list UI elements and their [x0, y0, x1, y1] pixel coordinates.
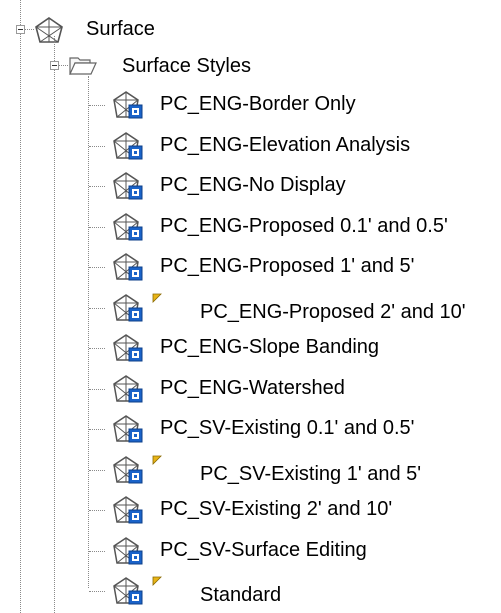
tree-connector	[89, 389, 105, 390]
tree-connector	[89, 146, 105, 147]
surface-style-icon	[113, 253, 143, 281]
tree-connector	[89, 591, 105, 592]
tree-node-label: Standard	[200, 584, 282, 606]
tree-node-style[interactable]: PC_SV-Existing 2' and 10'	[0, 491, 501, 527]
tree-node-style[interactable]: PC_SV-Surface Editing	[0, 532, 501, 568]
surface-style-icon	[113, 577, 143, 605]
tree-node-label: PC_ENG-Proposed 2' and 10'	[200, 301, 466, 323]
in-use-marker-icon	[152, 293, 162, 303]
tree-connector	[89, 105, 105, 106]
tree-node-label: PC_ENG-Proposed 0.1' and 0.5'	[160, 215, 448, 237]
tree-node-label: PC_ENG-Border Only	[160, 93, 356, 115]
tree-node-label: PC_ENG-Proposed 1' and 5'	[160, 255, 415, 277]
surface-style-icon	[113, 91, 143, 119]
tree-connector	[89, 227, 105, 228]
in-use-marker-icon	[152, 576, 162, 586]
surface-style-icon	[113, 415, 143, 443]
tree-connector	[89, 551, 105, 552]
in-use-marker-icon	[152, 455, 162, 465]
tree-connector	[89, 429, 105, 430]
tree-node-style[interactable]: PC_SV-Existing 1' and 5'	[0, 451, 501, 487]
surface-style-icon	[113, 375, 143, 403]
tree-node-label: PC_SV-Surface Editing	[160, 539, 367, 561]
surface-style-icon	[113, 537, 143, 565]
tree-node-label: PC_SV-Existing 0.1' and 0.5'	[160, 417, 415, 439]
surface-style-icon	[113, 334, 143, 362]
tree-connector	[59, 65, 68, 66]
tree-connector	[89, 267, 105, 268]
surface-style-icon	[113, 172, 143, 200]
tree-node-surface[interactable]: Surface	[0, 10, 501, 46]
surface-style-icon	[113, 213, 143, 241]
tree-node-label: PC_SV-Existing 1' and 5'	[200, 463, 422, 485]
surface-style-icon	[113, 132, 143, 160]
tree-node-style[interactable]: PC_ENG-Slope Banding	[0, 329, 501, 365]
prospector-tree: Surface Surface Styles PC_ENG-Border Onl…	[0, 0, 501, 613]
tree-node-style[interactable]: PC_ENG-Proposed 2' and 10'	[0, 289, 501, 325]
tree-connector	[89, 308, 105, 309]
collapse-toggle-surface[interactable]	[16, 25, 25, 34]
tree-node-label: PC_ENG-Slope Banding	[160, 336, 380, 358]
tree-node-style[interactable]: PC_ENG-No Display	[0, 167, 501, 203]
surface-icon	[35, 17, 63, 43]
tree-connector	[89, 470, 105, 471]
tree-connector	[25, 29, 34, 30]
surface-style-icon	[113, 294, 143, 322]
tree-connector	[89, 186, 105, 187]
tree-node-label: PC_ENG-Elevation Analysis	[160, 134, 411, 156]
tree-node-label: PC_ENG-No Display	[160, 174, 346, 196]
tree-node-style[interactable]: PC_ENG-Elevation Analysis	[0, 127, 501, 163]
tree-node-style[interactable]: PC_ENG-Border Only	[0, 86, 501, 122]
tree-node-surface-styles[interactable]: Surface Styles	[0, 46, 501, 82]
tree-node-style[interactable]: PC_SV-Existing 0.1' and 0.5'	[0, 410, 501, 446]
tree-node-style[interactable]: PC_ENG-Proposed 1' and 5'	[0, 248, 501, 284]
surface-style-icon	[113, 456, 143, 484]
tree-connector	[89, 348, 105, 349]
tree-node-label: Surface	[86, 18, 155, 40]
folder-open-icon	[69, 57, 97, 75]
tree-connector	[89, 510, 105, 511]
tree-node-style[interactable]: PC_ENG-Proposed 0.1' and 0.5'	[0, 208, 501, 244]
tree-node-label: PC_ENG-Watershed	[160, 377, 345, 399]
tree-node-style[interactable]: Standard	[0, 572, 501, 608]
tree-node-style[interactable]: PC_ENG-Watershed	[0, 370, 501, 406]
tree-node-label: PC_SV-Existing 2' and 10'	[160, 498, 393, 520]
surface-style-icon	[113, 496, 143, 524]
collapse-toggle-surface-styles[interactable]	[50, 61, 59, 70]
tree-node-label: Surface Styles	[122, 55, 251, 77]
